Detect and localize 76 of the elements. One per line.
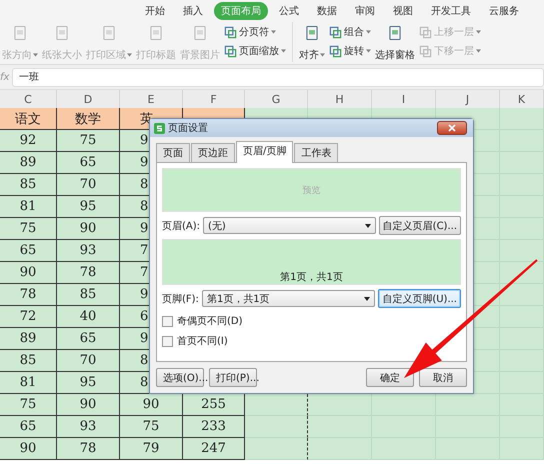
table-cell: 255: [183, 394, 245, 416]
table-cell: 95: [57, 196, 120, 218]
table-cell: 语文: [0, 108, 57, 130]
column-header[interactable]: C: [0, 90, 57, 108]
table-cell: 95: [57, 372, 120, 394]
ribbon-button[interactable]: 分页符: [222, 24, 288, 40]
table-cell: 90: [120, 394, 183, 416]
table-cell: 85: [0, 350, 57, 372]
ribbon-button[interactable]: 页面缩放: [222, 43, 288, 59]
table-cell: 65: [57, 328, 120, 350]
ribbon-tab[interactable]: 视图: [386, 2, 420, 20]
dialog-tab[interactable]: 页眉/页脚: [236, 141, 294, 163]
ribbon-tab[interactable]: 插入: [176, 2, 210, 20]
ribbon-button[interactable]: 旋转: [327, 43, 373, 59]
table-cell: 75: [0, 218, 57, 240]
ribbon-tab[interactable]: 审阅: [348, 2, 382, 20]
dialog-button[interactable]: 打印(P)...: [209, 368, 257, 387]
ribbon-tab[interactable]: 数据: [310, 2, 344, 20]
ribbon-button[interactable]: 对齐: [297, 22, 327, 62]
table-cell: 247: [183, 438, 245, 460]
dialog-button[interactable]: 取消: [419, 368, 467, 387]
preview-text: 第1页，共1页: [280, 270, 343, 284]
header-select[interactable]: (无): [203, 217, 376, 234]
table-cell: 75: [120, 416, 183, 438]
table-cell: 78: [57, 262, 120, 284]
table-cell: 75: [57, 130, 120, 152]
table-cell: 78: [0, 284, 57, 306]
table-cell: 81: [0, 372, 57, 394]
table-cell: 81: [0, 196, 57, 218]
table-cell: 40: [57, 306, 120, 328]
formula-field[interactable]: 一班: [12, 68, 544, 86]
column-header[interactable]: H: [308, 90, 372, 108]
column-header[interactable]: F: [183, 90, 245, 108]
table-cell: 90: [0, 438, 57, 460]
custom-footer-button[interactable]: 自定义页脚(U)...: [378, 289, 461, 308]
dialog-tab[interactable]: 工作表: [294, 143, 338, 162]
column-header[interactable]: K: [500, 90, 544, 108]
table-cell: 85: [0, 174, 57, 196]
dialog-tab[interactable]: 页面: [156, 143, 190, 162]
column-header[interactable]: D: [57, 90, 120, 108]
function-label: fx: [0, 72, 10, 82]
table-cell: 233: [183, 416, 245, 438]
table-cell: 89: [0, 152, 57, 174]
ribbon-button[interactable]: 组合: [327, 24, 373, 40]
table-cell: 65: [57, 152, 120, 174]
table-cell: 90: [57, 218, 120, 240]
table-cell: 93: [57, 240, 120, 262]
ribbon-tab[interactable]: 开发工具: [424, 2, 478, 20]
preview-text: 预览: [302, 184, 320, 196]
table-cell: 65: [0, 240, 57, 262]
custom-header-button[interactable]: 自定义页眉(C)...: [378, 216, 461, 235]
table-cell: 72: [0, 306, 57, 328]
ribbon-button[interactable]: 选择窗格: [373, 22, 417, 62]
table-cell: 78: [57, 438, 120, 460]
table-cell: 70: [57, 174, 120, 196]
table-cell: 75: [0, 394, 57, 416]
column-header[interactable]: G: [245, 90, 308, 108]
table-cell: 85: [57, 284, 120, 306]
table-cell: 90: [0, 262, 57, 284]
dialog-tab[interactable]: 页边距: [191, 143, 235, 162]
footer-select[interactable]: 第1页，共1页: [202, 290, 376, 307]
dialog-button[interactable]: 确定: [366, 368, 414, 387]
ribbon-tab[interactable]: 公式: [272, 2, 306, 20]
ribbon-tab[interactable]: 开始: [138, 2, 172, 20]
table-cell: 92: [0, 130, 57, 152]
table-cell: 93: [57, 416, 120, 438]
table-cell: 70: [57, 350, 120, 372]
table-cell: 79: [120, 438, 183, 460]
table-cell: 90: [57, 394, 120, 416]
table-cell: 89: [0, 328, 57, 350]
column-header[interactable]: J: [436, 90, 500, 108]
column-header[interactable]: I: [372, 90, 436, 108]
ribbon-tab[interactable]: 云服务: [482, 2, 526, 20]
table-cell: 65: [0, 416, 57, 438]
table-cell: 数学: [57, 108, 120, 130]
column-header[interactable]: E: [120, 90, 183, 108]
